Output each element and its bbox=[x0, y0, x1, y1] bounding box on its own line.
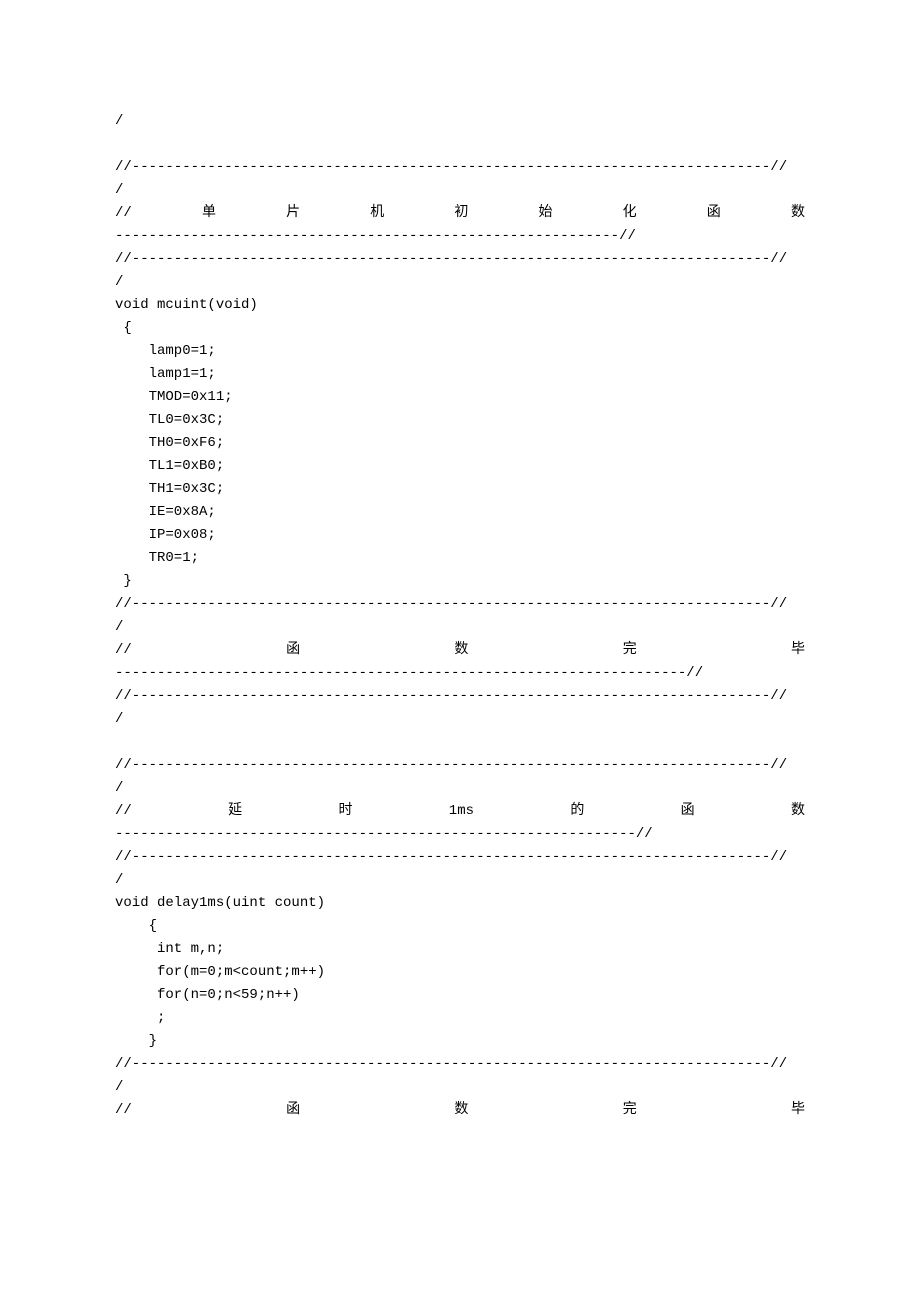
ftr-char: 毕 bbox=[791, 639, 805, 662]
divider: //--------------------------------------… bbox=[115, 593, 805, 616]
hdr-char: 始 bbox=[539, 202, 553, 225]
code-line: ; bbox=[115, 1007, 805, 1030]
blank-line bbox=[115, 731, 805, 754]
hdr-char: 机 bbox=[370, 202, 384, 225]
divider: //--------------------------------------… bbox=[115, 685, 805, 708]
header-dashes: ----------------------------------------… bbox=[115, 225, 805, 248]
section-header-mcu: // 单 片 机 初 始 化 函 数 bbox=[115, 202, 805, 225]
divider-slash: / bbox=[115, 869, 805, 892]
hdr-char: 化 bbox=[623, 202, 637, 225]
code-line: IE=0x8A; bbox=[115, 501, 805, 524]
hdr-char: 片 bbox=[286, 202, 300, 225]
code-line: { bbox=[115, 317, 805, 340]
code-line: int m,n; bbox=[115, 938, 805, 961]
hdr-char: 1ms bbox=[449, 800, 474, 823]
hdr-char: 初 bbox=[454, 202, 468, 225]
ftr-char: // bbox=[115, 639, 132, 662]
ftr-char: 数 bbox=[454, 1099, 468, 1122]
code-line: IP=0x08; bbox=[115, 524, 805, 547]
divider: //--------------------------------------… bbox=[115, 754, 805, 777]
ftr-char: // bbox=[115, 1099, 132, 1122]
code-line: TMOD=0x11; bbox=[115, 386, 805, 409]
hdr-char: 数 bbox=[791, 202, 805, 225]
hdr-char: 的 bbox=[570, 800, 584, 823]
code-line: TL1=0xB0; bbox=[115, 455, 805, 478]
hdr-char: 函 bbox=[681, 800, 695, 823]
hdr-char: 函 bbox=[707, 202, 721, 225]
code-line: for(m=0;m<count;m++) bbox=[115, 961, 805, 984]
ftr-char: 完 bbox=[623, 1099, 637, 1122]
section-header-delay: // 延 时 1ms 的 函 数 bbox=[115, 800, 805, 823]
section-footer: // 函 数 完 毕 bbox=[115, 639, 805, 662]
hdr-char: 单 bbox=[202, 202, 216, 225]
code-line: TR0=1; bbox=[115, 547, 805, 570]
divider: //--------------------------------------… bbox=[115, 156, 805, 179]
code-line: / bbox=[115, 110, 805, 133]
code-line: } bbox=[115, 1030, 805, 1053]
divider: //--------------------------------------… bbox=[115, 846, 805, 869]
divider: //--------------------------------------… bbox=[115, 1053, 805, 1076]
code-line: void mcuint(void) bbox=[115, 294, 805, 317]
code-line: TH1=0x3C; bbox=[115, 478, 805, 501]
ftr-char: 完 bbox=[623, 639, 637, 662]
code-line: TL0=0x3C; bbox=[115, 409, 805, 432]
divider-slash: / bbox=[115, 616, 805, 639]
header-dashes: ----------------------------------------… bbox=[115, 823, 805, 846]
code-line: { bbox=[115, 915, 805, 938]
code-line: } bbox=[115, 570, 805, 593]
code-line: lamp0=1; bbox=[115, 340, 805, 363]
hdr-char: 延 bbox=[228, 800, 242, 823]
hdr-char: 数 bbox=[791, 800, 805, 823]
ftr-char: 数 bbox=[454, 639, 468, 662]
code-line: for(n=0;n<59;n++) bbox=[115, 984, 805, 1007]
blank-line bbox=[115, 133, 805, 156]
code-line: lamp1=1; bbox=[115, 363, 805, 386]
section-footer: // 函 数 完 毕 bbox=[115, 1099, 805, 1122]
footer-dashes: ----------------------------------------… bbox=[115, 662, 805, 685]
divider: //--------------------------------------… bbox=[115, 248, 805, 271]
divider-slash: / bbox=[115, 777, 805, 800]
code-line: void delay1ms(uint count) bbox=[115, 892, 805, 915]
code-line: TH0=0xF6; bbox=[115, 432, 805, 455]
hdr-char: 时 bbox=[338, 800, 352, 823]
hdr-char: // bbox=[115, 202, 132, 225]
divider-slash: / bbox=[115, 1076, 805, 1099]
hdr-char: // bbox=[115, 800, 132, 823]
divider-slash: / bbox=[115, 708, 805, 731]
divider-slash: / bbox=[115, 271, 805, 294]
divider-slash: / bbox=[115, 179, 805, 202]
ftr-char: 毕 bbox=[791, 1099, 805, 1122]
ftr-char: 函 bbox=[286, 1099, 300, 1122]
ftr-char: 函 bbox=[286, 639, 300, 662]
